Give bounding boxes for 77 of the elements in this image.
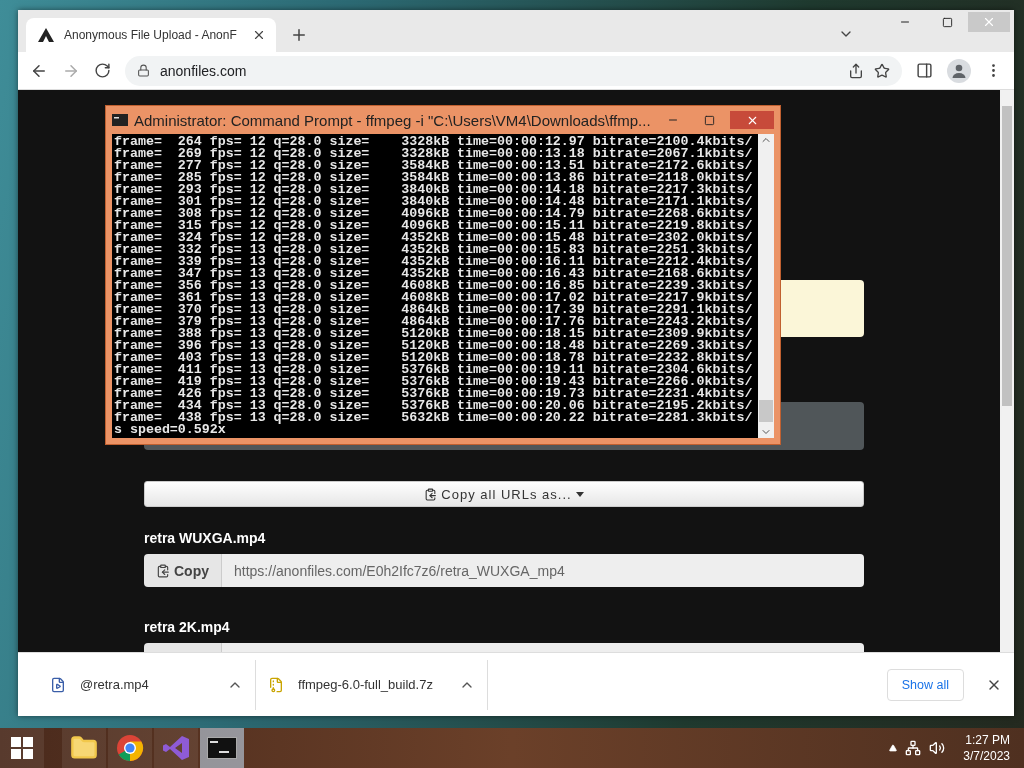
clipboard-icon — [156, 563, 170, 578]
console-line: frame= 370 fps= 13 q=28.0 size= 4864kB time=00:00:17.39 bitrate=2291.1kbits/ — [114, 304, 754, 316]
console-line: frame= 426 fps= 13 q=28.0 size= 5376kB time=00:00:19.73 bitrate=2231.4kbits/ — [114, 388, 754, 400]
console-line: frame= 315 fps= 12 q=28.0 size= 4096kB time=00:00:15.11 bitrate=2219.8kbits/ — [114, 220, 754, 232]
video-file-icon — [50, 676, 66, 693]
terminal-icon — [207, 737, 237, 759]
show-all-button[interactable]: Show all — [886, 668, 964, 701]
download-item[interactable]: @retra.mp4 — [38, 659, 256, 710]
scroll-thumb[interactable] — [759, 400, 773, 422]
folder-icon — [70, 734, 98, 762]
person-icon — [952, 63, 966, 78]
file-name: retra 2K.mp4 — [144, 619, 231, 635]
start-button[interactable] — [0, 728, 44, 768]
console-line: frame= 277 fps= 12 q=28.0 size= 3584kB time=00:00:13.51 bitrate=2172.6kbits/ — [114, 160, 754, 172]
volume-icon[interactable] — [929, 740, 946, 756]
tab-title: Anonymous File Upload - AnonF — [64, 28, 238, 42]
copy-button[interactable]: Copy — [144, 554, 222, 587]
maximize-icon — [941, 16, 953, 28]
side-panel-icon[interactable] — [916, 62, 933, 79]
lock-icon — [137, 64, 150, 77]
console-line: s speed=0.592x — [114, 424, 226, 436]
console-line: frame= 332 fps= 13 q=28.0 size= 4352kB time=00:00:15.83 bitrate=2251.3kbits/ — [114, 244, 754, 256]
download-name: @retra.mp4 — [80, 677, 150, 692]
address-bar[interactable]: anonfiles.com — [125, 55, 902, 86]
console-line: frame= 356 fps= 13 q=28.0 size= 4608kB time=00:00:16.85 bitrate=2239.3kbits/ — [114, 280, 754, 292]
star-icon[interactable] — [874, 62, 890, 79]
taskbar-app[interactable] — [62, 728, 106, 768]
address-text: anonfiles.com — [160, 62, 248, 79]
download-name: ffmpeg-6.0-full_build.7z — [298, 677, 434, 692]
console-line: frame= 379 fps= 13 q=28.0 size= 4864kB time=00:00:17.76 bitrate=2243.2kbits/ — [114, 316, 754, 328]
scroll-thumb[interactable] — [1002, 106, 1012, 406]
taskbar-app[interactable] — [108, 728, 152, 768]
clipboard-icon — [424, 487, 438, 501]
clock[interactable]: 1:27 PM 3/7/2023 — [963, 732, 1010, 764]
console-line: frame= 347 fps= 13 q=28.0 size= 4352kB time=00:00:16.43 bitrate=2168.6kbits/ — [114, 268, 754, 280]
console-line: frame= 339 fps= 13 q=28.0 size= 4352kB time=00:00:16.11 bitrate=2212.4kbits/ — [114, 256, 754, 268]
console-line: frame= 434 fps= 13 q=28.0 size= 5376kB time=00:00:20.06 bitrate=2195.2kbits/ — [114, 400, 754, 412]
console-line: frame= 396 fps= 13 q=28.0 size= 5120kB time=00:00:18.48 bitrate=2269.3kbits/ — [114, 340, 754, 352]
reload-icon[interactable] — [94, 62, 111, 79]
browser-tab[interactable]: Anonymous File Upload - AnonF — [26, 18, 276, 52]
taskbar-app[interactable] — [200, 728, 244, 768]
close-button[interactable] — [730, 111, 774, 129]
browser-logo-icon — [116, 734, 144, 762]
network-icon[interactable] — [905, 740, 922, 756]
console-line: frame= 403 fps= 13 q=28.0 size= 5120kB time=00:00:18.78 bitrate=2232.8kbits/ — [114, 352, 754, 364]
file-name: retra WUXGA.mp4 — [144, 530, 267, 546]
console-scrollbar[interactable] — [758, 134, 774, 438]
close-icon — [982, 15, 996, 29]
url-field[interactable]: https://anonfiles.com/E0h2Ifc7z6/retra_WUXGA_mp4 — [222, 554, 864, 587]
share-icon[interactable] — [848, 62, 864, 79]
console-line: frame= 419 fps= 13 q=28.0 size= 5376kB time=00:00:19.43 bitrate=2266.0kbits/ — [114, 376, 754, 388]
copy-all-urls-button[interactable]: Copy all URLs as... — [144, 481, 864, 507]
profile-avatar[interactable] — [947, 58, 971, 83]
download-item[interactable]: ffmpeg-6.0-full_build.7z — [256, 659, 488, 710]
maximize-icon — [703, 114, 715, 126]
page-scrollbar[interactable] — [1000, 90, 1014, 652]
console-line: frame= 361 fps= 13 q=28.0 size= 4608kB time=00:00:17.02 bitrate=2217.9kbits/ — [114, 292, 754, 304]
archive-file-icon — [268, 676, 284, 693]
console-line: frame= 301 fps= 12 q=28.0 size= 3840kB time=00:00:14.48 bitrate=2171.1kbits/ — [114, 196, 754, 208]
console-line: frame= 308 fps= 12 q=28.0 size= 4096kB time=00:00:14.79 bitrate=2268.6kbits/ — [114, 208, 754, 220]
site-logo-icon — [38, 28, 54, 42]
caret-down-icon — [575, 491, 584, 497]
console-line: frame= 285 fps= 12 q=28.0 size= 3584kB time=00:00:13.86 bitrate=2118.0kbits/ — [114, 172, 754, 184]
windows-logo-icon — [11, 737, 33, 759]
console-line: frame= 438 fps= 13 q=28.0 size= 5632kB time=00:00:20.22 bitrate=2281.3kbits/ — [114, 412, 754, 424]
close-icon[interactable] — [252, 28, 266, 42]
triangle-up-icon[interactable] — [889, 744, 898, 752]
console-line: frame= 293 fps= 12 q=28.0 size= 3840kB time=00:00:14.18 bitrate=2217.3kbits/ — [114, 184, 754, 196]
console-app-icon — [112, 114, 128, 126]
console-title: Administrator: Command Prompt - ffmpeg -i "C:\Users\VM4\Downloads\ffmp... — [134, 111, 652, 129]
console-line: frame= 324 fps= 12 q=28.0 size= 4352kB time=00:00:15.48 bitrate=2302.0kbits/ — [114, 232, 754, 244]
console-line: frame= 269 fps= 12 q=28.0 size= 3328kB time=00:00:13.18 bitrate=2067.1kbits/ — [114, 148, 754, 160]
new-tab-button[interactable] — [290, 26, 308, 44]
console-line: frame= 264 fps= 12 q=28.0 size= 3328kB time=00:00:12.97 bitrate=2100.4kbits/ — [114, 136, 754, 148]
console-line: frame= 411 fps= 13 q=28.0 size= 5376kB time=00:00:19.11 bitrate=2304.6kbits/ — [114, 364, 754, 376]
infinity-logo-icon — [162, 734, 190, 762]
console-line: frame= 388 fps= 13 q=28.0 size= 5120kB time=00:00:18.15 bitrate=2309.9kbits/ — [114, 328, 754, 340]
